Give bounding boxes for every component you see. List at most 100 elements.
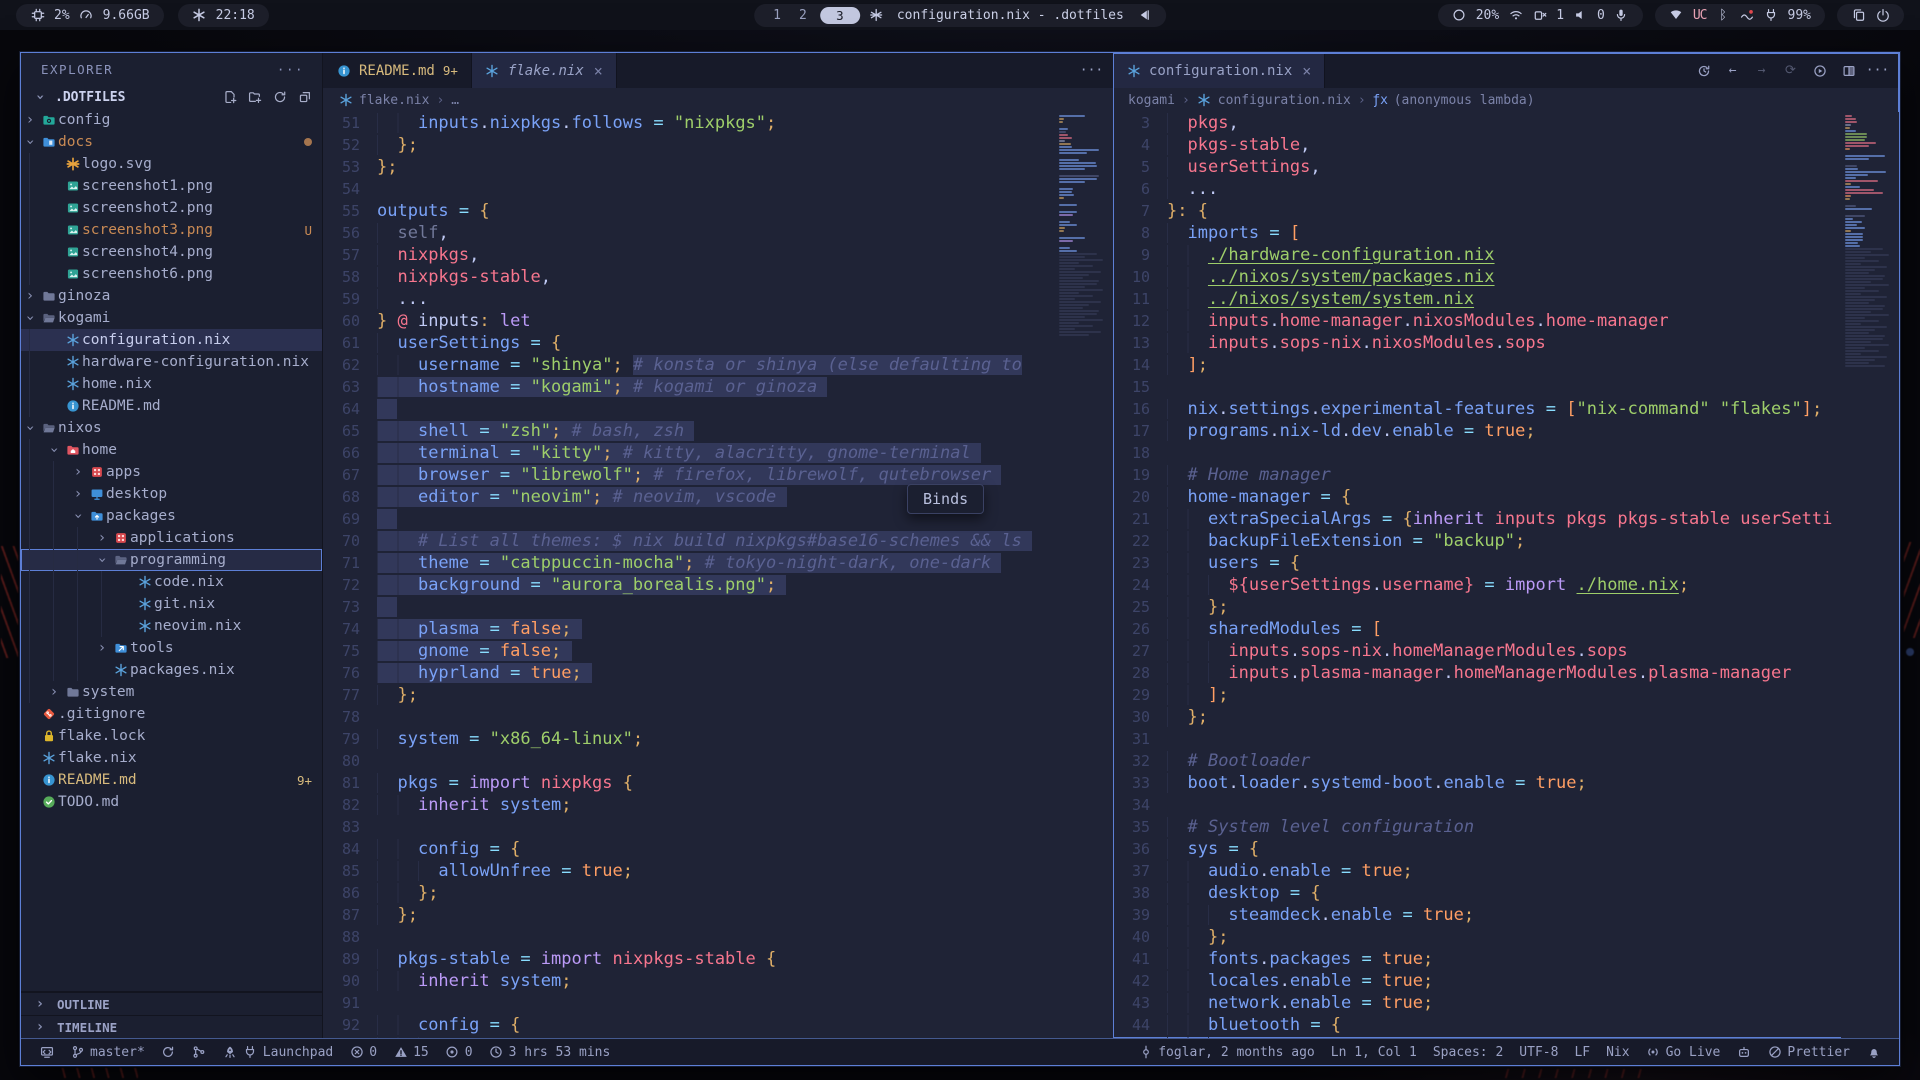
tree-item-apps[interactable]: ›apps [21, 461, 322, 483]
more-icon[interactable]: ··· [1084, 63, 1099, 78]
fwd2-icon[interactable]: ⟳ [1783, 63, 1798, 78]
tree-item-home[interactable]: ›home [21, 439, 322, 461]
tree-item-tools[interactable]: ›tools [21, 637, 322, 659]
tree-item-TODO.md[interactable]: TODO.md [21, 791, 322, 813]
minimap-line [1845, 248, 1883, 250]
timeline-section[interactable]: ›TIMELINE [21, 1015, 322, 1038]
tree-item-logo.svg[interactable]: logo.svg [21, 153, 322, 175]
launchpad[interactable]: Launchpad [215, 1039, 341, 1065]
tree-item-configuration.nix[interactable]: configuration.nix [21, 329, 322, 351]
wakatime[interactable]: 3 hrs 53 mins [481, 1039, 619, 1065]
git-graph[interactable] [184, 1039, 215, 1065]
tab-README.md[interactable]: README.md9+ [323, 53, 472, 88]
clock-pill[interactable]: 22:18 [178, 4, 269, 27]
tree-item-programming[interactable]: ›programming [21, 549, 322, 571]
line-number: 10 [1113, 266, 1167, 288]
workspace-3[interactable]: 3 [820, 7, 860, 24]
breadcrumb-item[interactable]: kogami [1128, 93, 1175, 108]
notifications[interactable] [1858, 1039, 1889, 1065]
remote-indicator[interactable] [31, 1039, 62, 1065]
warnings[interactable]: 15 [385, 1039, 437, 1065]
fwd-icon[interactable]: → [1754, 63, 1769, 78]
tree-item-flake.nix[interactable]: flake.nix [21, 747, 322, 769]
tree-item-system[interactable]: ›system [21, 681, 322, 703]
controls-pill[interactable]: 20% 1 0 [1438, 4, 1643, 27]
explorer-more-icon[interactable]: ··· [277, 62, 304, 77]
tree-item-flake.lock[interactable]: flake.lock [21, 725, 322, 747]
tree-item-screenshot2.png[interactable]: screenshot2.png [21, 197, 322, 219]
prettier[interactable]: Prettier [1759, 1039, 1858, 1065]
close-icon[interactable]: × [1302, 62, 1311, 80]
tree-item-git.nix[interactable]: git.nix [21, 593, 322, 615]
new-folder-button[interactable] [247, 90, 262, 105]
breadcrumb-item[interactable]: configuration.nix [1197, 93, 1351, 108]
new-file-button[interactable] [222, 90, 237, 105]
tree-item-nixos[interactable]: ›nixos [21, 417, 322, 439]
warn-icon [393, 1045, 408, 1060]
tab-flake.nix[interactable]: flake.nix× [472, 53, 617, 88]
tree-item-kogami[interactable]: ›kogami [21, 307, 322, 329]
run-icon[interactable] [1812, 63, 1827, 78]
minimap[interactable] [1055, 112, 1113, 1038]
collapse-all-button[interactable] [297, 90, 312, 105]
tree-item-screenshot4.png[interactable]: screenshot4.png [21, 241, 322, 263]
indent-guide [29, 549, 45, 571]
breadcrumb-item[interactable]: ƒx(anonymous lambda) [1373, 93, 1535, 108]
tree-item-applications[interactable]: ›applications [21, 527, 322, 549]
breadcrumb-item[interactable]: … [451, 93, 459, 108]
tree-item-.gitignore[interactable]: .gitignore [21, 703, 322, 725]
code-text: sharedModules = [ [1167, 618, 1899, 640]
more-icon[interactable]: ··· [1870, 63, 1885, 78]
tray-pill[interactable]: UC ᛒ 99% [1655, 4, 1825, 27]
eol[interactable]: LF [1566, 1039, 1598, 1065]
breadcrumb-right[interactable]: kogami›configuration.nix›ƒx(anonymous la… [1113, 88, 1899, 112]
breadcrumb-item[interactable]: flake.nix [338, 93, 429, 108]
back-icon[interactable]: ← [1725, 63, 1740, 78]
line-number: 75 [323, 640, 377, 662]
split-icon[interactable] [1841, 63, 1856, 78]
ports[interactable]: 0 [437, 1039, 481, 1065]
tree-item-neovim.nix[interactable]: neovim.nix [21, 615, 322, 637]
tree-item-packages[interactable]: ›packages [21, 505, 322, 527]
refresh-button[interactable] [272, 90, 287, 105]
tree-item-hardware-configuration.nix[interactable]: hardware-configuration.nix [21, 351, 322, 373]
copilot[interactable] [1728, 1039, 1759, 1065]
code-editor-flake[interactable]: 51 inputs.nixpkgs.follows = "nixpkgs";52… [323, 112, 1113, 1038]
tree-item-home.nix[interactable]: home.nix [21, 373, 322, 395]
indentation[interactable]: Spaces: 2 [1425, 1039, 1511, 1065]
last-commit[interactable]: foglar, 2 months ago [1130, 1039, 1323, 1065]
encoding[interactable]: UTF-8 [1511, 1039, 1566, 1065]
minimap[interactable] [1841, 112, 1899, 1038]
tree-item-code.nix[interactable]: code.nix [21, 571, 322, 593]
tree-item-config[interactable]: ›config [21, 109, 322, 131]
cursor-position[interactable]: Ln 1, Col 1 [1323, 1039, 1425, 1065]
code-editor-configuration[interactable]: 3 pkgs,4 pkgs-stable,5 userSettings,6 ..… [1113, 112, 1899, 1038]
tab-configuration.nix[interactable]: configuration.nix× [1113, 53, 1325, 88]
go-live[interactable]: Go Live [1638, 1039, 1729, 1065]
tree-item-screenshot3.png[interactable]: screenshot3.pngU [21, 219, 322, 241]
tree-item-README.md[interactable]: README.md9+ [21, 769, 322, 791]
line-number: 28 [1113, 662, 1167, 684]
tree-item-docs[interactable]: ›docs [21, 131, 322, 153]
breadcrumb-left[interactable]: flake.nix›… [323, 88, 1113, 112]
tree-item-packages.nix[interactable]: packages.nix [21, 659, 322, 681]
tree-item-screenshot6.png[interactable]: screenshot6.png [21, 263, 322, 285]
code-text: }: { [1167, 200, 1899, 222]
workspace-2[interactable]: 2 [794, 8, 812, 23]
workspace-1[interactable]: 1 [768, 8, 786, 23]
git-branch[interactable]: master* [62, 1039, 153, 1065]
hist-icon[interactable] [1696, 63, 1711, 78]
tree-item-ginoza[interactable]: ›ginoza [21, 285, 322, 307]
session-pill[interactable] [1837, 4, 1904, 27]
explorer-root-folder[interactable]: › .DOTFILES [21, 85, 322, 109]
close-icon[interactable]: × [594, 62, 603, 80]
tree-item-desktop[interactable]: ›desktop [21, 483, 322, 505]
chevron-down-icon: › [22, 309, 38, 327]
tree-item-screenshot1.png[interactable]: screenshot1.png [21, 175, 322, 197]
tree-item-README.md[interactable]: README.md [21, 395, 322, 417]
outline-section[interactable]: ›OUTLINE [21, 992, 322, 1015]
system-stats-pill[interactable]: 2% 9.66GB [16, 4, 164, 27]
language-mode[interactable]: Nix [1598, 1039, 1637, 1065]
sync-changes[interactable] [153, 1039, 184, 1065]
errors[interactable]: 0 [341, 1039, 385, 1065]
